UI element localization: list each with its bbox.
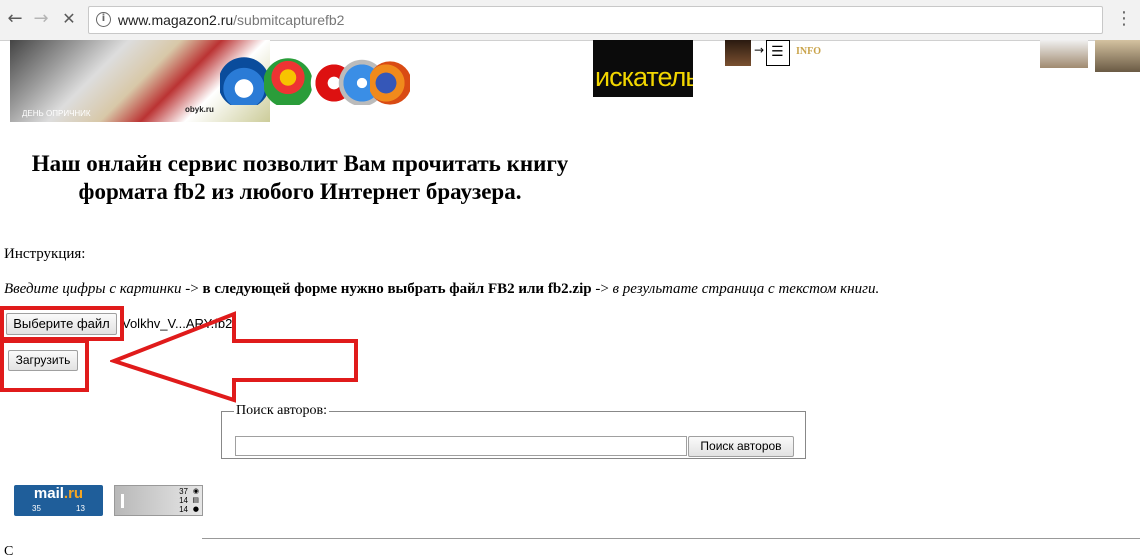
stop-loading-icon[interactable]: ✕ bbox=[58, 8, 80, 30]
document-icon[interactable]: ☰ bbox=[766, 40, 790, 66]
instruction-step-2: в следующей форме нужно выбрать файл FB2… bbox=[202, 281, 592, 297]
browser-toolbar: ← → ✕ i www.magazon2.ru/submitcapturefb2… bbox=[0, 0, 1140, 41]
document-lines-glyph: ☰ bbox=[771, 44, 784, 60]
collage-caption-right: obyk.ru bbox=[185, 105, 214, 114]
highlight-box-upload-button bbox=[0, 339, 89, 392]
mailru-count-right: 13 bbox=[76, 504, 85, 513]
forward-icon[interactable]: → bbox=[30, 8, 52, 30]
footer-divider bbox=[202, 538, 1140, 539]
instruction-label: Инструкция: bbox=[4, 246, 86, 262]
counter-value-1: 37 bbox=[179, 487, 188, 496]
user-icon: ● bbox=[192, 505, 199, 513]
chrome-logo-icon bbox=[264, 58, 312, 105]
searcher-banner-text: искатель bbox=[595, 62, 693, 92]
author-search-input[interactable] bbox=[235, 436, 687, 456]
firefox-logo-icon bbox=[370, 61, 410, 105]
book-thumbnail[interactable] bbox=[725, 40, 751, 66]
site-info-icon[interactable]: i bbox=[96, 12, 111, 27]
teapot-thumbnail[interactable] bbox=[1040, 40, 1088, 68]
searcher-banner[interactable]: искатель bbox=[593, 40, 693, 97]
pages-icon: ▤ bbox=[192, 496, 199, 504]
instruction-arrow-2: -> bbox=[591, 281, 613, 297]
footer-text: С bbox=[4, 544, 14, 559]
mailru-logo: mail.ru bbox=[14, 485, 103, 503]
back-icon[interactable]: ← bbox=[4, 8, 26, 30]
annotation-arrow-icon bbox=[110, 311, 358, 403]
collage-caption-left: ДЕНЬ ОПРИЧНИК bbox=[22, 109, 91, 118]
liveinternet-counter[interactable]: 37 14 14 ◉ ▤ ● bbox=[114, 485, 203, 516]
highlight-box-file-button bbox=[0, 306, 124, 341]
browser-menu-icon[interactable]: ⋮ bbox=[1114, 7, 1134, 31]
info-label: INFO bbox=[796, 46, 821, 57]
eye-icon: ◉ bbox=[192, 487, 199, 495]
mailru-count-left: 35 bbox=[32, 504, 41, 513]
stats-bars-icon bbox=[121, 494, 134, 508]
url-domain: www.magazon2.ru bbox=[118, 12, 234, 28]
url-text[interactable]: www.magazon2.ru/submitcapturefb2 bbox=[118, 12, 344, 28]
counter-value-2: 14 bbox=[179, 496, 188, 505]
arrow-right-icon: → bbox=[754, 43, 765, 57]
instruction-step-1: Введите цифры с картинки bbox=[4, 281, 182, 297]
browser-logos-banner[interactable] bbox=[220, 40, 410, 105]
author-search-legend: Поиск авторов: bbox=[236, 403, 328, 418]
instruction-text: Введите цифры с картинки -> в следующей … bbox=[4, 281, 879, 298]
page-headline: Наш онлайн сервис позволит Вам прочитать… bbox=[31, 151, 569, 204]
instruction-arrow-1: -> bbox=[181, 281, 203, 297]
mailru-counter[interactable]: mail.ru 35 13 bbox=[14, 485, 103, 516]
author-search-button[interactable]: Поиск авторов bbox=[688, 436, 794, 457]
ie-logo-icon bbox=[220, 57, 268, 105]
bottles-thumbnail[interactable] bbox=[1095, 40, 1140, 72]
mailru-logo-domain: .ru bbox=[63, 485, 84, 502]
address-bar[interactable]: i www.magazon2.ru/submitcapturefb2 bbox=[88, 6, 1103, 34]
instruction-step-3: в результате страница с текстом книги. bbox=[612, 281, 880, 297]
mailru-logo-main: mail bbox=[33, 485, 64, 502]
url-path: /submitcapturefb2 bbox=[233, 12, 345, 28]
counter-value-3: 14 bbox=[179, 505, 188, 514]
author-search-fieldset: Поиск авторов: Поиск авторов bbox=[221, 403, 806, 459]
